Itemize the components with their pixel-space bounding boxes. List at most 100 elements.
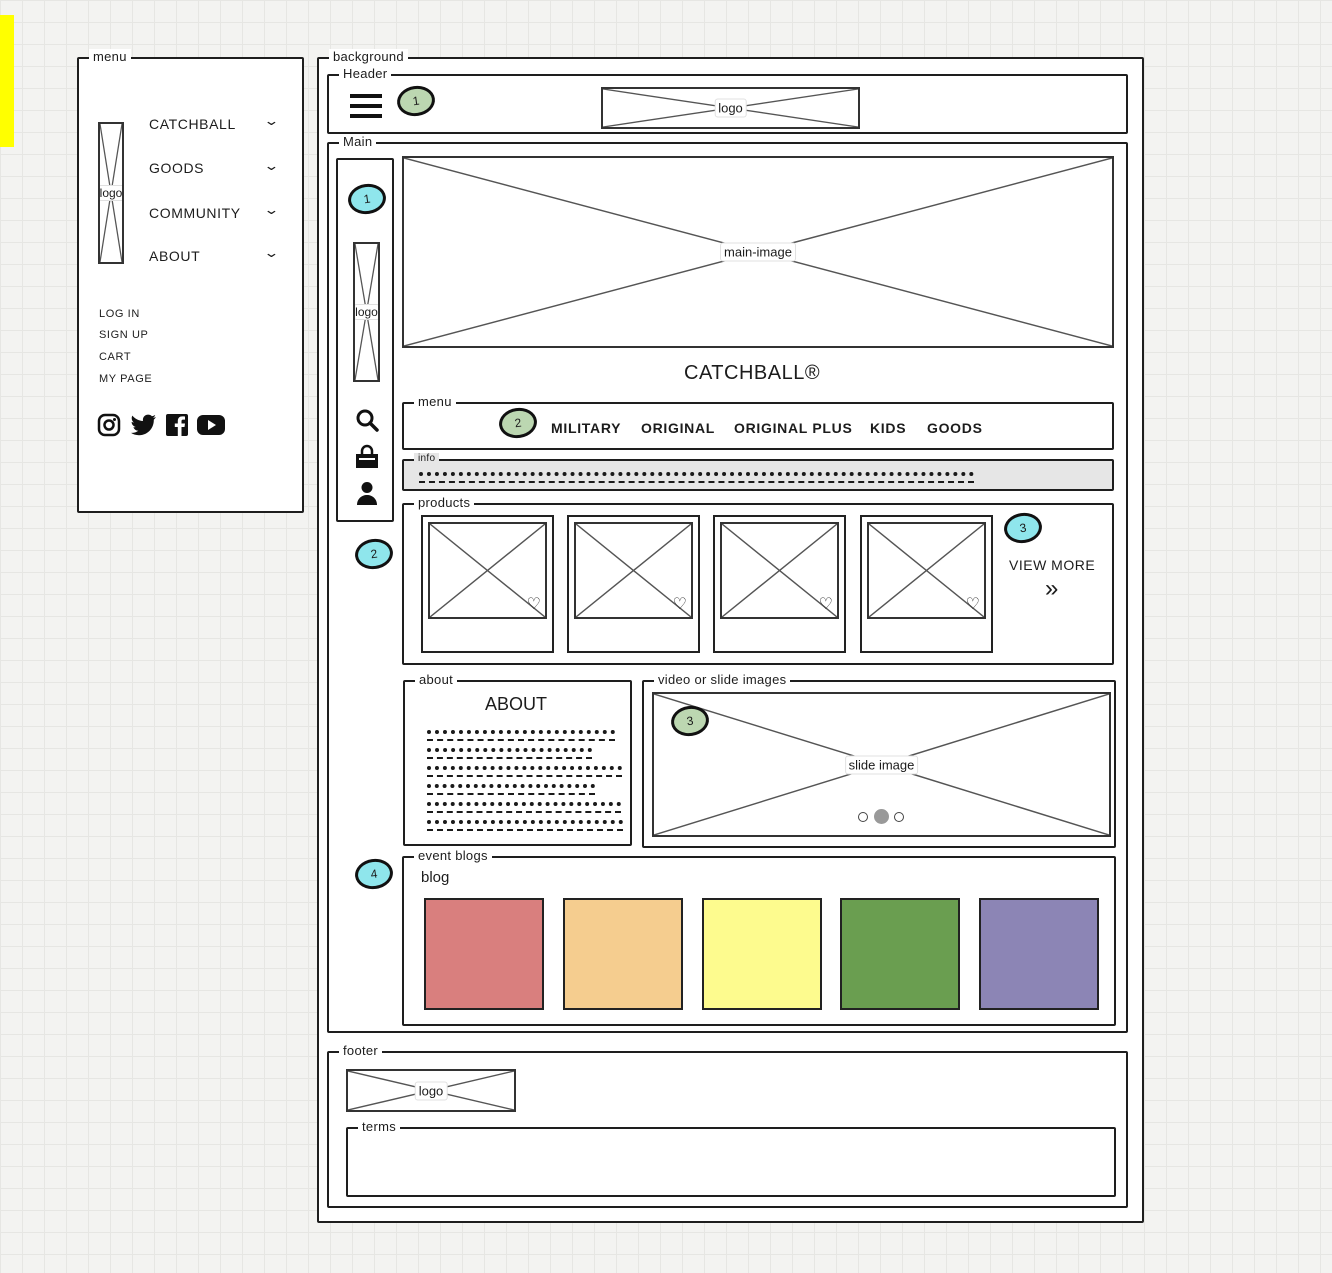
about-text-scribble bbox=[427, 730, 615, 741]
chevron-down-icon[interactable]: ⌄ bbox=[263, 245, 279, 261]
main-legend: Main bbox=[339, 134, 377, 150]
chevron-down-icon[interactable]: ⌄ bbox=[263, 202, 279, 218]
header-legend: Header bbox=[339, 66, 392, 82]
sidebar-nav-label: ABOUT bbox=[149, 248, 201, 264]
about-text-scribble bbox=[427, 748, 592, 759]
view-more-link[interactable]: VIEW MORE bbox=[1009, 557, 1095, 573]
search-icon[interactable] bbox=[355, 408, 379, 432]
products-section: products ♡ ♡ ♡ ♡ 3 VIEW MORE » bbox=[402, 495, 1114, 665]
product-card[interactable]: ♡ bbox=[713, 515, 846, 653]
footer-logo[interactable]: logo bbox=[346, 1069, 516, 1112]
my-page-link[interactable]: MY PAGE bbox=[99, 373, 152, 385]
product-card[interactable]: ♡ bbox=[860, 515, 993, 653]
shopping-bag-icon[interactable] bbox=[354, 444, 380, 470]
main-menu-bar: menu 2 MILITARY ORIGINAL ORIGINAL PLUS K… bbox=[402, 394, 1114, 450]
login-link[interactable]: LOG IN bbox=[99, 308, 140, 320]
event-blogs-legend: event blogs bbox=[414, 848, 492, 864]
footer-legend: footer bbox=[339, 1043, 383, 1059]
product-image: ♡ bbox=[867, 522, 986, 619]
slides-legend: video or slide images bbox=[654, 672, 791, 688]
event-blogs-section: event blogs blog bbox=[402, 848, 1116, 1026]
terms-legend: terms bbox=[358, 1119, 400, 1135]
product-image: ♡ bbox=[720, 522, 839, 619]
about-title: ABOUT bbox=[485, 694, 548, 714]
highlight-marker bbox=[0, 15, 14, 147]
about-text-scribble bbox=[427, 820, 623, 831]
header-logo[interactable]: logo bbox=[601, 87, 860, 129]
sidebar-menu: menu logo CATCHBALL ⌄ GOODS ⌄ COMMUNITY … bbox=[77, 49, 304, 513]
info-legend: info bbox=[414, 453, 440, 465]
menu-item-goods[interactable]: GOODS bbox=[927, 420, 983, 436]
blog-card[interactable] bbox=[563, 898, 683, 1010]
product-card[interactable]: ♡ bbox=[567, 515, 700, 653]
annotation-badge-2: 2 bbox=[353, 536, 395, 572]
heart-icon[interactable]: ♡ bbox=[527, 597, 541, 613]
background-legend: background bbox=[329, 49, 408, 65]
product-image: ♡ bbox=[428, 522, 547, 619]
blog-card[interactable] bbox=[702, 898, 822, 1010]
heart-icon[interactable]: ♡ bbox=[966, 597, 980, 613]
annotation-badge-1: 1 bbox=[395, 83, 437, 119]
youtube-icon[interactable] bbox=[197, 415, 225, 435]
heart-icon[interactable]: ♡ bbox=[819, 597, 833, 613]
slide-dot-active[interactable] bbox=[874, 809, 889, 824]
sidebar-nav-label: GOODS bbox=[149, 160, 205, 176]
product-card[interactable]: ♡ bbox=[421, 515, 554, 653]
main-menu-legend: menu bbox=[414, 394, 456, 410]
slides-section: video or slide images slide image 3 bbox=[642, 672, 1116, 848]
sidebar-menu-legend: menu bbox=[89, 49, 131, 65]
info-bar: info bbox=[402, 453, 1114, 491]
about-text-scribble bbox=[427, 784, 595, 795]
footer: footer logo terms bbox=[327, 1043, 1128, 1208]
annotation-badge-1: 1 bbox=[346, 181, 388, 217]
menu-item-kids[interactable]: KIDS bbox=[870, 420, 906, 436]
hamburger-menu-icon[interactable] bbox=[349, 92, 383, 120]
sidebar-nav-label: CATCHBALL bbox=[149, 116, 236, 132]
header-logo-label: logo bbox=[714, 98, 747, 118]
menu-item-military[interactable]: MILITARY bbox=[551, 420, 621, 436]
brand-title: CATCHBALL® bbox=[684, 362, 821, 384]
signup-link[interactable]: SIGN UP bbox=[99, 329, 148, 341]
info-text-scribble bbox=[419, 472, 974, 483]
main: Main 1 logo 2 4 main-image CATCHBALL® me… bbox=[327, 134, 1128, 1033]
slide-pagination bbox=[856, 809, 906, 825]
blog-card[interactable] bbox=[979, 898, 1099, 1010]
blog-title: blog bbox=[421, 869, 450, 886]
side-rail: 1 logo bbox=[336, 158, 394, 522]
twitter-icon[interactable] bbox=[131, 414, 157, 436]
user-icon[interactable] bbox=[356, 481, 378, 505]
about-legend: about bbox=[415, 672, 458, 688]
footer-logo-label: logo bbox=[414, 1081, 448, 1100]
slide-dot[interactable] bbox=[858, 812, 868, 822]
main-image[interactable]: main-image bbox=[402, 156, 1114, 348]
slide-image-label: slide image bbox=[844, 755, 919, 774]
about-section: about ABOUT bbox=[403, 672, 632, 846]
products-legend: products bbox=[414, 495, 475, 511]
heart-icon[interactable]: ♡ bbox=[673, 597, 687, 613]
sidebar-nav-label: COMMUNITY bbox=[149, 205, 241, 221]
cart-link[interactable]: CART bbox=[99, 351, 131, 363]
annotation-badge-3: 3 bbox=[1002, 510, 1044, 546]
about-text-scribble bbox=[427, 766, 622, 777]
about-text-scribble bbox=[427, 802, 621, 813]
view-more-arrow-icon[interactable]: » bbox=[1045, 575, 1058, 603]
annotation-badge-4: 4 bbox=[353, 856, 395, 892]
chevron-down-icon[interactable]: ⌄ bbox=[263, 113, 279, 129]
sidebar-logo: logo bbox=[98, 122, 124, 264]
terms-section: terms bbox=[346, 1119, 1116, 1197]
menu-item-original-plus[interactable]: ORIGINAL PLUS bbox=[734, 420, 853, 436]
slide-image[interactable]: slide image bbox=[652, 692, 1111, 837]
blog-card[interactable] bbox=[840, 898, 960, 1010]
product-image: ♡ bbox=[574, 522, 693, 619]
main-image-label: main-image bbox=[720, 242, 796, 262]
chevron-down-icon[interactable]: ⌄ bbox=[263, 158, 279, 174]
blog-card[interactable] bbox=[424, 898, 544, 1010]
facebook-icon[interactable] bbox=[165, 413, 189, 437]
sidebar-logo-label: logo bbox=[99, 185, 123, 201]
slide-dot[interactable] bbox=[894, 812, 904, 822]
instagram-icon[interactable] bbox=[97, 413, 121, 437]
annotation-badge-2: 2 bbox=[497, 405, 539, 441]
header: Header 1 logo bbox=[327, 66, 1128, 134]
menu-item-original[interactable]: ORIGINAL bbox=[641, 420, 715, 436]
side-rail-logo[interactable]: logo bbox=[353, 242, 380, 382]
